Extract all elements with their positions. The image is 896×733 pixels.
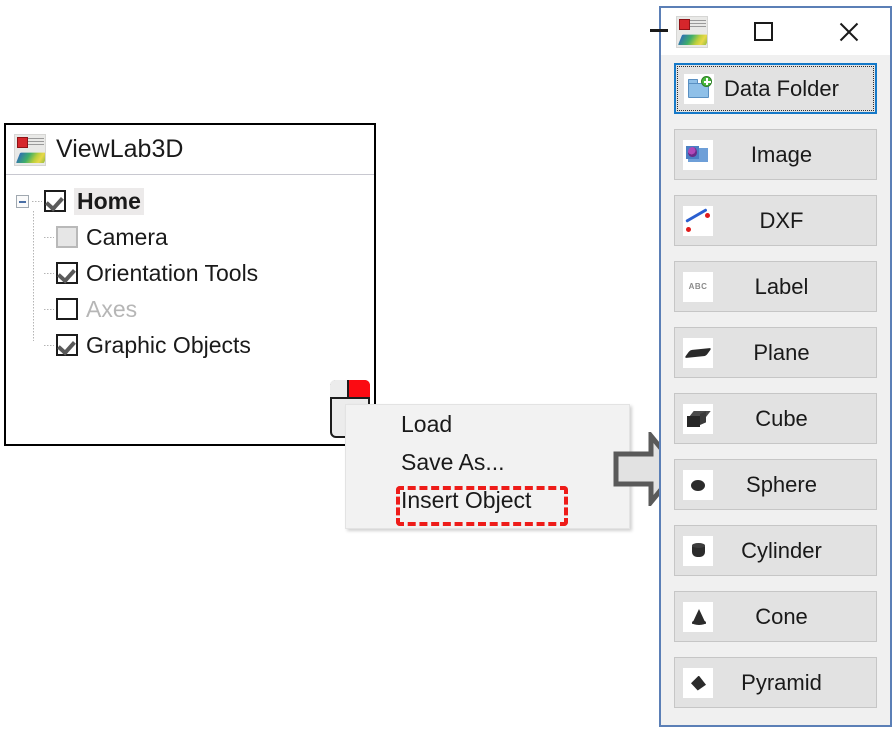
tree-label-orientation-tools: Orientation Tools	[86, 259, 259, 286]
minimize-icon[interactable]	[650, 29, 668, 32]
menu-item-insert-object[interactable]: Insert Object	[346, 481, 629, 519]
insert-plane-button[interactable]: Plane	[674, 327, 877, 378]
tree-item-axes[interactable]: Axes	[16, 291, 374, 327]
tree-checkbox-orientation-tools[interactable]	[56, 262, 78, 284]
viewlab3d-logo-icon	[14, 133, 46, 166]
tree-checkbox-home[interactable]	[44, 190, 66, 212]
tree-item-camera[interactable]: Camera	[16, 219, 374, 255]
context-menu: Load Save As... Insert Object	[345, 404, 630, 529]
viewlab3d-logo-icon	[676, 16, 708, 48]
tree-item-graphic-objects[interactable]: Graphic Objects	[16, 327, 374, 363]
cube-icon	[683, 403, 713, 434]
tree-connector-dash	[44, 272, 54, 274]
insert-cube-label: Cube	[755, 405, 808, 431]
insert-sphere-label: Sphere	[746, 471, 817, 497]
insert-label-label: Label	[754, 273, 809, 299]
menu-item-load[interactable]: Load	[346, 405, 629, 443]
cylinder-icon	[683, 535, 713, 566]
abc-label-icon: ABC	[683, 271, 713, 302]
tree-checkbox-axes[interactable]	[56, 298, 78, 320]
insert-cylinder-button[interactable]: Cylinder	[674, 525, 877, 576]
insert-dxf-button[interactable]: DXF	[674, 195, 877, 246]
tree-label-graphic-objects: Graphic Objects	[86, 331, 251, 358]
collapse-minus-icon[interactable]	[16, 194, 29, 208]
tree-label-home: Home	[74, 187, 144, 215]
close-icon[interactable]	[837, 21, 859, 43]
tree-panel-header: ViewLab3D	[6, 125, 374, 175]
insert-label-button[interactable]: ABC Label	[674, 261, 877, 312]
tree-checkbox-camera[interactable]	[56, 226, 78, 248]
scene-tree: Home Camera Orientation Tools Axes Graph…	[6, 175, 374, 363]
insert-sphere-button[interactable]: Sphere	[674, 459, 877, 510]
insert-dxf-label: DXF	[759, 207, 804, 233]
plane-icon	[683, 337, 713, 368]
insert-data-folder-button[interactable]: Data Folder	[674, 63, 877, 114]
sphere-icon	[683, 469, 713, 500]
object-type-button-list: Data Folder Image DXF ABC Label Plane Cu…	[661, 55, 890, 708]
insert-plane-label: Plane	[753, 339, 810, 365]
image-icon	[683, 139, 713, 170]
insert-cone-label: Cone	[755, 603, 808, 629]
tree-connector-dash	[44, 344, 54, 346]
new-folder-icon	[684, 73, 714, 104]
insert-cone-button[interactable]: Cone	[674, 591, 877, 642]
pyramid-icon	[683, 667, 713, 698]
app-title: ViewLab3D	[56, 135, 184, 163]
window-titlebar	[650, 8, 890, 55]
cone-icon	[683, 601, 713, 632]
tree-label-axes: Axes	[86, 295, 138, 322]
tree-checkbox-graphic-objects[interactable]	[56, 334, 78, 356]
scene-tree-panel: ViewLab3D Home Camera Orientation Tools	[4, 123, 376, 446]
tree-connector-dash	[44, 236, 54, 238]
insert-pyramid-button[interactable]: Pyramid	[674, 657, 877, 708]
insert-object-window: Data Folder Image DXF ABC Label Plane Cu…	[650, 6, 892, 727]
insert-image-label: Image	[750, 141, 813, 167]
dxf-line-icon	[683, 205, 713, 236]
insert-cube-button[interactable]: Cube	[674, 393, 877, 444]
tree-label-camera: Camera	[86, 223, 168, 250]
insert-pyramid-label: Pyramid	[741, 669, 822, 695]
insert-data-folder-label: Data Folder	[724, 75, 839, 101]
insert-image-button[interactable]: Image	[674, 129, 877, 180]
menu-item-save-as[interactable]: Save As...	[346, 443, 629, 481]
tree-item-orientation-tools[interactable]: Orientation Tools	[16, 255, 374, 291]
insert-cylinder-label: Cylinder	[741, 537, 822, 563]
maximize-icon[interactable]	[754, 22, 773, 41]
tree-connector-dash	[44, 308, 54, 310]
tree-connector-dash	[32, 200, 42, 202]
tree-item-home[interactable]: Home	[16, 183, 374, 219]
